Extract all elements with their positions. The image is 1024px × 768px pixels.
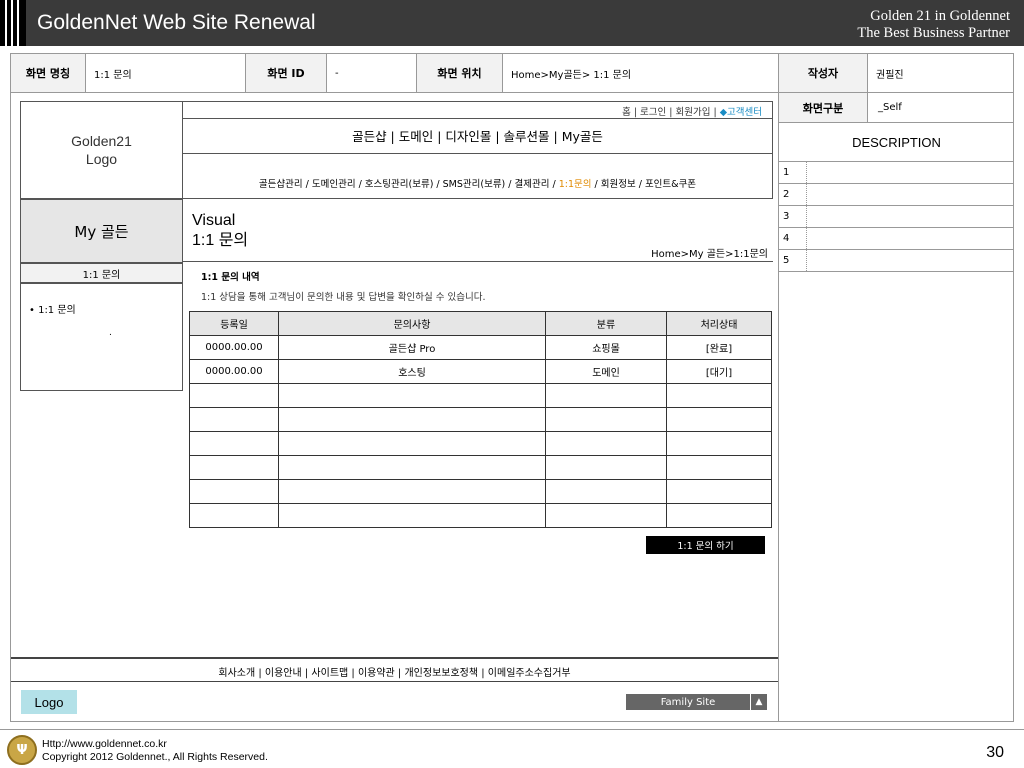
header-bars-decoration [0,0,26,46]
section-title-my-golden: My 골든 [20,199,183,263]
description-list: 1 2 3 4 5 [779,162,1014,272]
screen-name-value: 1:1 문의 [86,54,246,92]
screen-id-label: 화면 ID [246,54,327,92]
table-row[interactable]: 0000.00.00 호스팅 도메인 [대기] [189,359,772,384]
breadcrumb: Home>My 골든>1:1문의 [651,249,768,260]
utility-links: 홈 | 로그인 | 회원가입 | ◆고객센터 [622,104,762,118]
screen-type-label: 화면구분 [779,93,868,122]
side-menu-dot: . [109,328,112,338]
table-row-empty [189,455,772,480]
table-row-empty [189,431,772,456]
description-item: 5 [779,250,1014,272]
cell-category: 도메인 [545,359,667,384]
divider [11,657,778,659]
side-menu-item-inquiry[interactable]: • 1:1 문의 [29,301,76,316]
table-row[interactable]: 0000.00.00 골든샵 Pro 쇼핑몰 [완료] [189,335,772,360]
table-row-empty [189,503,772,528]
table-row-empty [189,383,772,408]
content-description: 1:1 상담을 통해 고객님이 문의한 내용 및 답변을 확인하실 수 있습니다… [201,292,486,303]
screen-info-table: 화면 명칭 1:1 문의 화면 ID - 화면 위치 Home>My골든> 1:… [10,53,1014,93]
cell-status: [대기] [666,359,772,384]
screen-location-label: 화면 위치 [417,54,503,92]
content-title: 1:1 문의 내역 [201,272,260,283]
slide-tagline: Golden 21 in Goldennet The Best Business… [857,8,1010,41]
description-title: DESCRIPTION [779,123,1014,162]
site-logo-placeholder[interactable]: Golden21 Logo [20,101,183,199]
page-number: 30 [986,744,1004,761]
local-nav-items[interactable]: 골든샵관리 / 도메인관리 / 호스팅관리(보류) / SMS관리(보류) / … [259,179,559,190]
inquiry-write-button[interactable]: 1:1 문의 하기 [646,536,765,554]
top-navigation: 홈 | 로그인 | 회원가입 | ◆고객센터 골든샵 | 도메인 | 디자인몰 … [183,101,773,199]
local-nav: 골든샵관리 / 도메인관리 / 호스팅관리(보류) / SMS관리(보류) / … [183,176,772,190]
chevron-up-icon[interactable]: ▲ [750,694,767,710]
screen-location-value: Home>My골든> 1:1 문의 [503,54,779,92]
column-header-category: 분류 [545,311,667,336]
slide-header: GoldenNet Web Site Renewal Golden 21 in … [0,0,1024,46]
screen-name-label: 화면 명칭 [11,54,86,92]
cell-subject[interactable]: 골든샵 Pro [278,335,546,360]
cell-date: 0000.00.00 [189,359,279,384]
screen-type-value: _Self [878,102,902,113]
utility-links-text[interactable]: 홈 | 로그인 | 회원가입 | [622,107,720,118]
cell-date: 0000.00.00 [189,335,279,360]
sub-nav-title: 1:1 문의 [20,263,183,283]
divider [11,681,778,682]
cell-subject[interactable]: 호스팅 [278,359,546,384]
description-item: 3 [779,206,1014,228]
table-row-empty [189,407,772,432]
inquiry-table: 등록일 문의사항 분류 처리상태 0000.00.00 골든샵 Pro 쇼핑몰 … [189,311,772,528]
cell-category: 쇼핑몰 [545,335,667,360]
family-site-select[interactable]: Family Site ▲ [626,694,767,710]
column-header-subject: 문의사항 [278,311,546,336]
footer-copyright: Http://www.goldennet.co.kr Copyright 201… [42,738,268,763]
screen-type-row: 화면구분 _Self [779,93,1014,123]
company-seal-icon: Ψ [7,735,37,765]
footer-links[interactable]: 회사소개 | 이용안내 | 사이트맵 | 이용약관 | 개인정보보호정책 | 이… [11,664,778,679]
description-item: 2 [779,184,1014,206]
global-nav[interactable]: 골든샵 | 도메인 | 디자인몰 | 솔루션몰 | My골든 [183,126,772,145]
cell-status: [완료] [666,335,772,360]
description-item: 1 [779,162,1014,184]
screen-id-value: - [327,54,417,92]
local-nav-active-inquiry[interactable]: 1:1문의 [559,179,592,190]
divider [183,118,772,119]
description-item: 4 [779,228,1014,250]
visual-area-title: Visual 1:1 문의 [192,212,249,249]
divider [183,153,772,154]
footer-logo[interactable]: Logo [21,690,77,714]
page-mockup: Golden21 Logo My 골든 1:1 문의 • 1:1 문의 . 홈 … [11,93,779,721]
table-header-row: 등록일 문의사항 분류 처리상태 [189,311,772,336]
family-site-label: Family Site [660,696,716,708]
divider [183,261,773,262]
column-header-date: 등록일 [189,311,279,336]
wireframe-area: Golden21 Logo My 골든 1:1 문의 • 1:1 문의 . 홈 … [10,93,1014,722]
author-label: 작성자 [779,54,868,92]
author-value: 권필진 [876,69,904,81]
divider [0,729,1024,730]
side-menu: • 1:1 문의 . [20,283,183,391]
local-nav-items-rest[interactable]: / 회원정보 / 포인트&쿠폰 [592,179,697,190]
customer-center-link[interactable]: ◆고객센터 [720,107,762,118]
slide-title: GoldenNet Web Site Renewal [37,11,316,34]
table-row-empty [189,479,772,504]
column-header-status: 처리상태 [666,311,772,336]
